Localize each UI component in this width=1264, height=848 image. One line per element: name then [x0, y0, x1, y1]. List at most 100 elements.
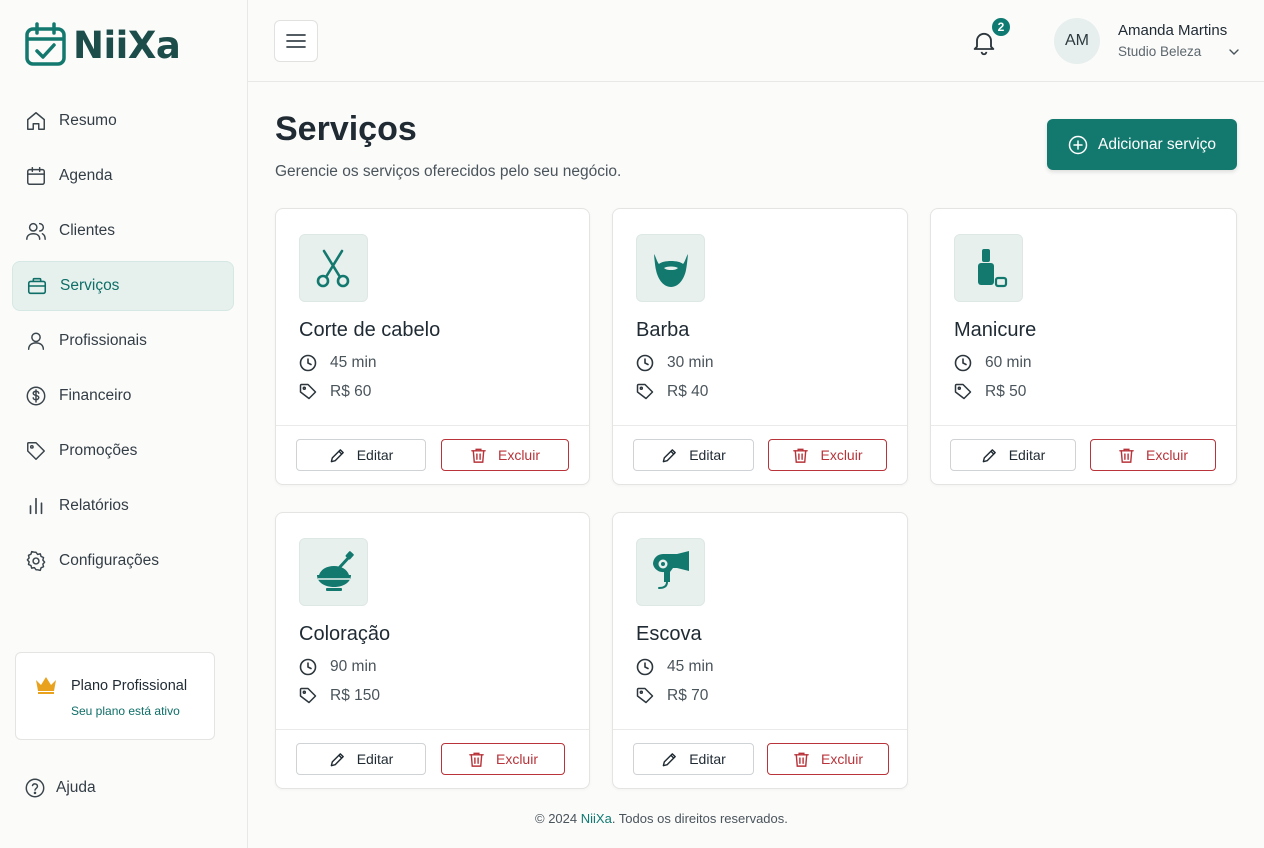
- clock-icon: [954, 354, 972, 372]
- edit-label: Editar: [689, 751, 726, 767]
- clock-icon: [299, 658, 317, 676]
- sidebar-item-financeiro[interactable]: Financeiro: [12, 371, 234, 421]
- service-price: R$ 50: [954, 383, 1026, 401]
- sidebar-item-profissionais[interactable]: Profissionais: [12, 316, 234, 366]
- service-price: R$ 70: [636, 687, 708, 705]
- service-price: R$ 60: [299, 383, 371, 401]
- user-name[interactable]: Amanda Martins: [1118, 22, 1227, 39]
- sidebar-nav: Resumo Agenda Clientes Serviços Profissi…: [12, 96, 234, 591]
- edit-label: Editar: [356, 447, 394, 463]
- crown-icon: [36, 677, 56, 694]
- service-duration: 30 min: [636, 354, 714, 372]
- plan-title: Plano Profissional: [71, 678, 188, 694]
- service-name: Barba: [636, 319, 690, 341]
- sidebar-item-label: Resumo: [59, 112, 117, 129]
- delete-button[interactable]: Excluir: [1090, 439, 1216, 471]
- service-duration: 60 min: [954, 354, 1032, 372]
- hamburger-icon: [286, 34, 306, 48]
- service-icon-box: [954, 234, 1023, 302]
- brand-name: NiiXa: [73, 23, 181, 67]
- sidebar-item-resumo[interactable]: Resumo: [12, 96, 234, 146]
- edit-button[interactable]: Editar: [296, 439, 426, 471]
- chevron-down-icon[interactable]: [1228, 46, 1240, 58]
- trash-icon: [794, 752, 809, 767]
- price-tag-icon: [299, 687, 317, 704]
- service-price-value: R$ 50: [985, 383, 1027, 400]
- trash-icon: [471, 448, 486, 463]
- edit-button[interactable]: Editar: [633, 743, 754, 775]
- service-duration-value: 30 min: [667, 354, 714, 371]
- sidebar-item-configuracoes[interactable]: Configurações: [12, 536, 234, 586]
- edit-button[interactable]: Editar: [950, 439, 1076, 471]
- pencil-icon: [330, 752, 344, 766]
- service-icon-box: [299, 538, 368, 606]
- delete-label: Excluir: [1145, 447, 1188, 463]
- page-title: Serviços: [275, 110, 417, 148]
- dye-bowl-icon: [316, 551, 354, 591]
- card-divider: [276, 729, 589, 730]
- sidebar-item-label: Relatórios: [59, 497, 129, 514]
- logo[interactable]: NiiXa: [24, 22, 181, 68]
- sidebar-item-promocoes[interactable]: Promoções: [12, 426, 234, 476]
- card-divider: [613, 729, 907, 730]
- edit-button[interactable]: Editar: [633, 439, 754, 471]
- topbar: 2 AM Amanda Martins Studio Beleza: [248, 0, 1264, 82]
- pencil-icon: [982, 448, 996, 462]
- service-card: Corte de cabelo 45 min R$ 60 Editar Excl…: [275, 208, 590, 485]
- edit-label: Editar: [689, 447, 726, 463]
- sidebar-item-label: Agenda: [59, 167, 113, 184]
- avatar[interactable]: AM: [1054, 18, 1100, 64]
- service-price-value: R$ 60: [330, 383, 372, 400]
- sidebar-item-agenda[interactable]: Agenda: [12, 151, 234, 201]
- sidebar-item-label: Clientes: [59, 222, 115, 239]
- help-link[interactable]: Ajuda: [24, 777, 96, 799]
- service-price-value: R$ 150: [330, 687, 380, 704]
- delete-button[interactable]: Excluir: [441, 743, 565, 775]
- delete-button[interactable]: Excluir: [441, 439, 569, 471]
- menu-toggle-button[interactable]: [274, 20, 318, 62]
- plan-card[interactable]: Plano Profissional Seu plano está ativo: [15, 652, 215, 740]
- edit-label: Editar: [1008, 447, 1046, 463]
- trash-icon: [1119, 448, 1134, 463]
- sidebar-item-relatorios[interactable]: Relatórios: [12, 481, 234, 531]
- service-duration: 45 min: [636, 658, 714, 676]
- price-tag-icon: [636, 687, 654, 704]
- delete-button[interactable]: Excluir: [767, 743, 889, 775]
- service-card: Escova 45 min R$ 70 Editar Excluir: [612, 512, 908, 789]
- clock-icon: [299, 354, 317, 372]
- help-label: Ajuda: [56, 779, 96, 796]
- service-card: Barba 30 min R$ 40 Editar Excluir: [612, 208, 908, 485]
- footer-rights: . Todos os direitos reservados.: [611, 811, 788, 826]
- sidebar-item-servicos[interactable]: Serviços: [12, 261, 234, 311]
- card-divider: [613, 425, 907, 426]
- calendar-check-icon: [25, 22, 66, 66]
- hair-dryer-icon: [652, 551, 689, 589]
- service-card: Coloração 90 min R$ 150 Editar Excluir: [275, 512, 590, 789]
- calendar-icon: [27, 167, 45, 185]
- service-price-value: R$ 70: [667, 687, 709, 704]
- pencil-icon: [662, 448, 677, 462]
- service-card: Manicure 60 min R$ 50 Editar Excluir: [930, 208, 1237, 485]
- sidebar-item-clientes[interactable]: Clientes: [12, 206, 234, 256]
- delete-button[interactable]: Excluir: [768, 439, 887, 471]
- add-service-button[interactable]: Adicionar serviço: [1047, 119, 1237, 170]
- sidebar: NiiXa Resumo Agenda Clientes Serviços Pr…: [0, 0, 248, 848]
- pencil-icon: [330, 448, 344, 462]
- delete-label: Excluir: [495, 751, 538, 767]
- tag-icon: [27, 442, 45, 460]
- home-icon: [27, 112, 45, 130]
- help-icon: [25, 778, 45, 798]
- service-name: Manicure: [954, 319, 1037, 341]
- clock-icon: [636, 354, 654, 372]
- service-duration: 90 min: [299, 658, 377, 676]
- notification-badge: 2: [990, 16, 1012, 38]
- page-subtitle: Gerencie os serviços oferecidos pelo seu…: [275, 163, 622, 180]
- footer-brand-link[interactable]: NiiXa: [581, 811, 612, 826]
- user-icon: [27, 332, 45, 350]
- price-tag-icon: [954, 383, 972, 400]
- plan-status: Seu plano está ativo: [71, 704, 180, 718]
- user-business: Studio Beleza: [1118, 44, 1202, 59]
- edit-button[interactable]: Editar: [296, 743, 426, 775]
- service-name: Coloração: [299, 623, 391, 645]
- card-divider: [931, 425, 1236, 426]
